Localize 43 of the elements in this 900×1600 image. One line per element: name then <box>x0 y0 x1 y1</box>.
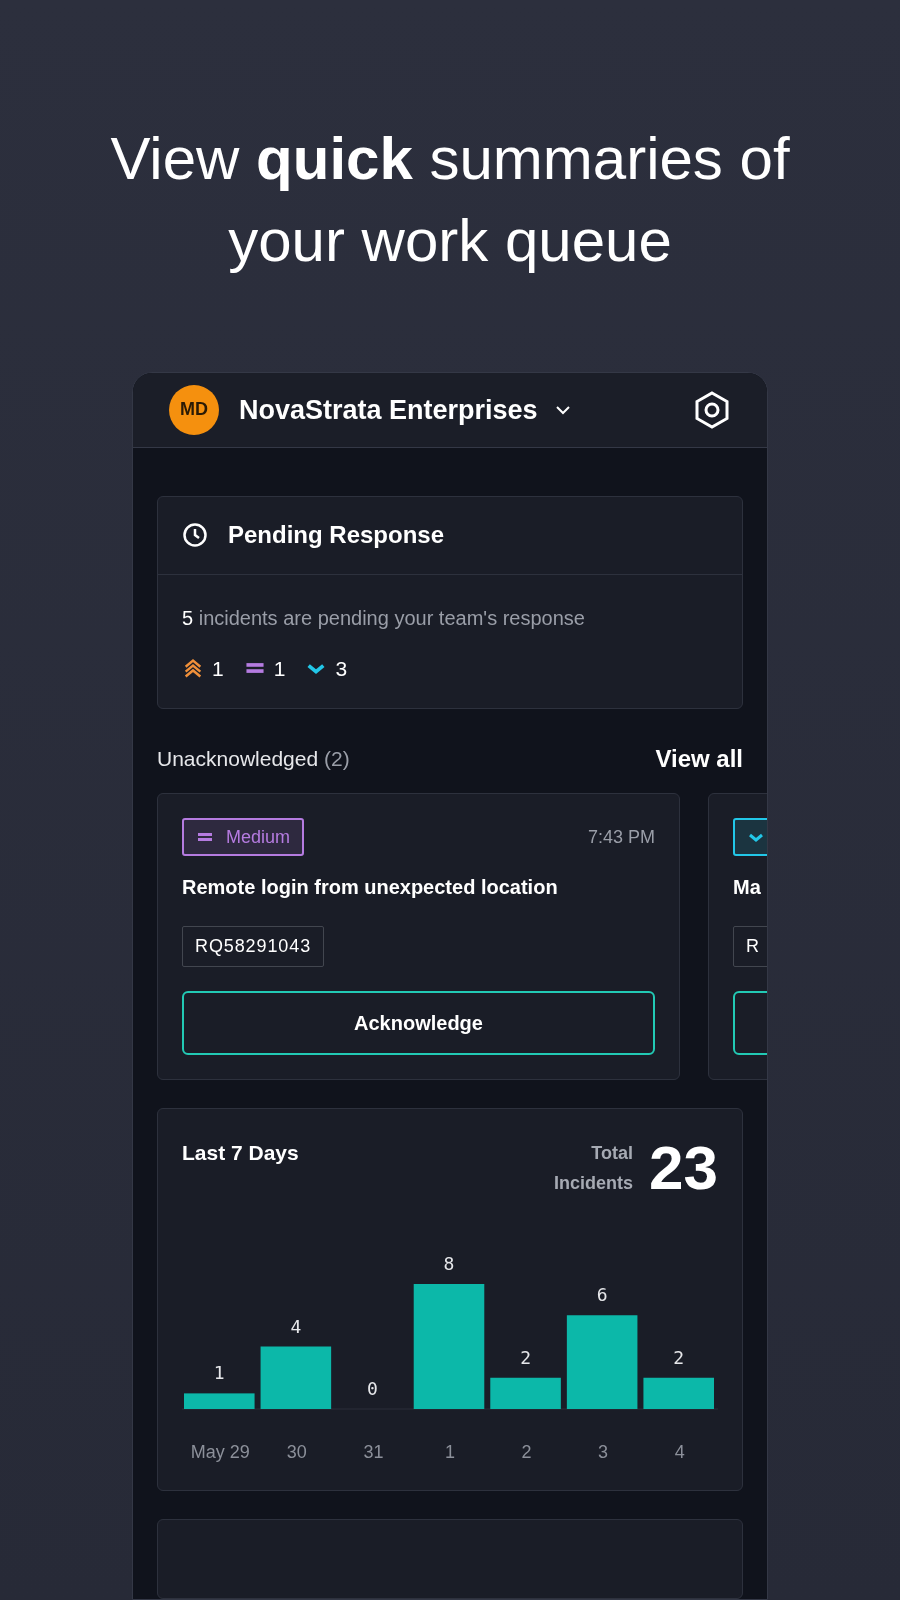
axis-label: 4 <box>673 1441 686 1464</box>
priority-badge: Medium <box>182 818 305 856</box>
total-label: Total Incidents <box>553 1142 634 1195</box>
bar-value: 2 <box>520 1346 531 1368</box>
incident-card[interactable]: Ma R <box>708 793 767 1080</box>
axis-label: 2 <box>520 1441 533 1464</box>
card-title: Last 7 Days <box>182 1140 299 1166</box>
acknowledge-button[interactable]: Acknowledge <box>182 991 655 1055</box>
incident-card[interactable]: Medium 7:43 PM Remote login from unexpected location RQ58291043 Acknowledge <box>157 793 680 1080</box>
priority-count: 3 <box>335 655 348 682</box>
axis-label: 1 <box>443 1441 456 1464</box>
axis-label: 3 <box>597 1441 610 1464</box>
double-chevron-up-icon <box>182 657 204 680</box>
incident-time: 7:43 PM <box>587 825 655 849</box>
reference-tag: R <box>733 926 767 967</box>
priority-count: 1 <box>212 655 224 682</box>
axis-label: 31 <box>362 1441 385 1464</box>
card-title: Pending Response <box>228 520 445 550</box>
bar-value: 2 <box>673 1346 685 1368</box>
section-label: Unacknowledged (2) <box>157 746 350 773</box>
bar-value: 8 <box>443 1253 455 1274</box>
total-value: 23 <box>649 1137 718 1199</box>
settings-icon[interactable] <box>693 389 731 430</box>
bar-value: 6 <box>596 1284 608 1306</box>
pending-summary: 5 incidents are pending your team's response <box>182 605 586 631</box>
priority-count: 1 <box>273 655 286 682</box>
bar <box>184 1393 255 1409</box>
clock-icon <box>182 522 208 548</box>
incident-title: Remote login from unexpected location <box>182 875 559 900</box>
axis-label: 30 <box>285 1441 308 1464</box>
bar-value: 1 <box>213 1362 225 1384</box>
bar <box>260 1346 332 1409</box>
organization-selector[interactable]: NovaStrata Enterprises <box>239 389 572 430</box>
bar <box>490 1377 561 1409</box>
avatar[interactable]: MD <box>169 384 219 435</box>
headline: View quick summaries of your work queue <box>110 124 790 276</box>
axis-label: May 29 <box>189 1441 251 1464</box>
bar <box>643 1377 714 1409</box>
reference-tag: RQ58291043 <box>182 926 325 967</box>
incident-title: Ma <box>733 875 762 900</box>
view-all-link[interactable]: View all <box>655 741 743 777</box>
bar-value: 4 <box>290 1315 302 1337</box>
bar-value: 0 <box>367 1378 378 1399</box>
